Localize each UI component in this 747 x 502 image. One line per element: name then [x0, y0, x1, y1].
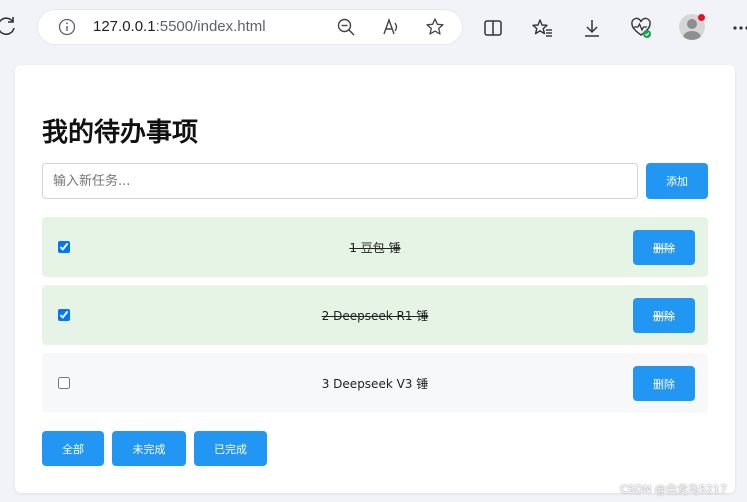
todo-card: 我的待办事项 添加 1 豆包 锤 删除 2 Deepseek R1 锤 删除 3… [15, 65, 735, 493]
filter-active-label: 未完成 [132, 442, 166, 456]
filter-all-label: 全部 [62, 442, 84, 456]
read-aloud-icon[interactable] [381, 17, 401, 37]
download-icon[interactable] [581, 17, 603, 39]
delete-button[interactable]: 删除 [633, 298, 695, 333]
zoom-out-icon[interactable] [336, 17, 356, 37]
notification-dot [698, 14, 705, 21]
address-bar[interactable]: 127.0.0.1:5500/index.html [38, 10, 462, 44]
task-item: 2 Deepseek R1 锤 删除 [42, 285, 708, 345]
delete-button-label: 删除 [653, 241, 675, 255]
task-text: 2 Deepseek R1 锤 [321, 309, 429, 323]
filter-active-button[interactable]: 未完成 [112, 431, 186, 466]
reload-icon[interactable] [0, 15, 18, 37]
filter-completed-button[interactable]: 已完成 [194, 431, 267, 466]
split-screen-icon[interactable] [482, 17, 504, 39]
task-text: 1 豆包 锤 [349, 241, 401, 255]
watermark: CSDN @白龙马5217 [620, 483, 727, 496]
favorites-icon[interactable] [531, 17, 553, 39]
delete-button[interactable]: 删除 [633, 230, 695, 265]
task-text: 3 Deepseek V3 锤 [321, 377, 429, 391]
page-title: 我的待办事项 [42, 118, 199, 148]
info-icon[interactable] [58, 18, 76, 36]
url-host: 127.0.0.1 [93, 18, 156, 35]
add-button-label: 添加 [666, 175, 688, 188]
delete-button-label: 删除 [653, 309, 675, 323]
new-task-input[interactable] [42, 163, 638, 199]
browser-toolbar: 127.0.0.1:5500/index.html [0, 0, 747, 56]
delete-button-label: 删除 [653, 377, 675, 391]
add-button[interactable]: 添加 [646, 163, 708, 199]
task-item: 1 豆包 锤 删除 [42, 217, 708, 277]
url-text[interactable]: 127.0.0.1:5500/index.html [93, 18, 266, 35]
filter-completed-label: 已完成 [214, 442, 247, 456]
favorite-star-icon[interactable] [425, 17, 445, 37]
delete-button[interactable]: 删除 [633, 366, 695, 401]
more-icon[interactable] [731, 17, 747, 39]
url-path: :5500/index.html [155, 18, 266, 35]
filter-all-button[interactable]: 全部 [42, 431, 104, 466]
browser-health-icon[interactable] [630, 17, 652, 39]
task-item: 3 Deepseek V3 锤 删除 [42, 353, 708, 413]
